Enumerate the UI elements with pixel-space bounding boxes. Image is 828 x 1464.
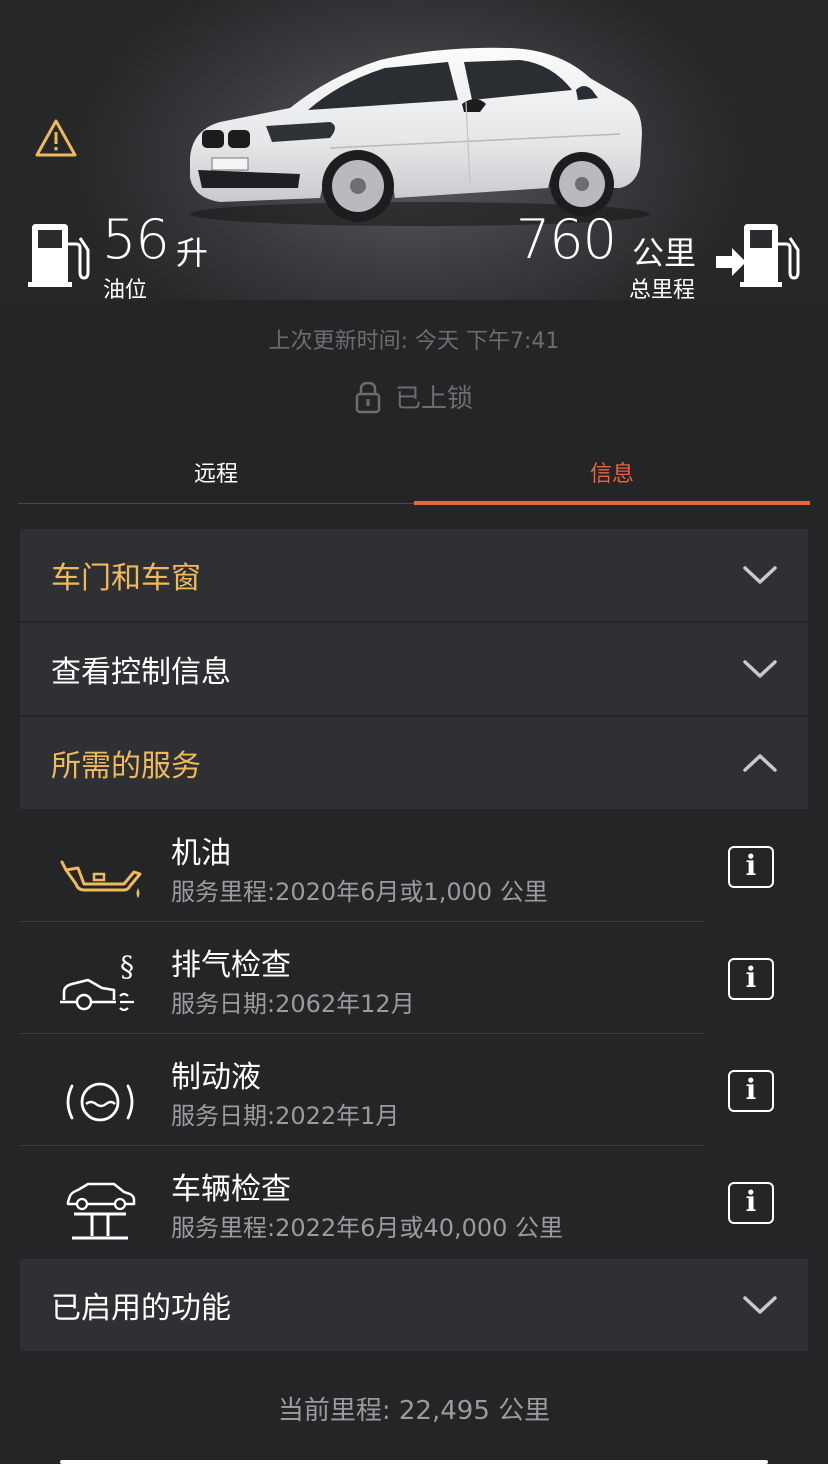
- section-required-services[interactable]: 所需的服务: [20, 717, 808, 809]
- chevron-down-icon: [743, 566, 777, 584]
- chevron-down-icon: [743, 660, 777, 678]
- lock-status: 已上锁: [0, 378, 828, 415]
- fuel-level-value: 56: [102, 208, 170, 271]
- info-button[interactable]: i: [728, 846, 774, 888]
- exhaust-check-icon: §: [60, 950, 134, 1012]
- service-item-detail: 服务里程:2020年6月或1,000 公里: [171, 878, 548, 906]
- range-label: 总里程: [629, 278, 696, 303]
- service-item-detail: 服务日期:2062年12月: [171, 990, 415, 1018]
- fuel-pump-icon: [28, 224, 90, 287]
- info-icon: i: [745, 961, 757, 994]
- service-item-oil[interactable]: 机油 服务里程:2020年6月或1,000 公里 i: [20, 810, 808, 922]
- section-doors-windows-title: 车门和车窗: [51, 561, 201, 596]
- info-icon: i: [745, 1185, 757, 1218]
- service-item-vehicle-check[interactable]: 车辆检查 服务里程:2022年6月或40,000 公里 i: [20, 1146, 808, 1258]
- service-item-detail: 服务里程:2022年6月或40,000 公里: [171, 1214, 564, 1242]
- range-value: 760: [515, 208, 617, 271]
- svg-text:§: §: [120, 950, 134, 983]
- warning-icon[interactable]: [34, 118, 78, 158]
- section-enabled-features-title: 已启用的功能: [51, 1291, 231, 1326]
- lock-icon: [355, 381, 381, 413]
- tab-bar: 远程 信息: [18, 440, 810, 505]
- section-doors-windows[interactable]: 车门和车窗: [20, 529, 808, 621]
- car-image: [190, 47, 650, 226]
- vehicle-hero: 56 升 油位 760 公里 总里程: [0, 0, 828, 303]
- home-indicator[interactable]: [60, 1460, 768, 1464]
- service-item-title: 制动液: [171, 1060, 261, 1095]
- section-enabled-features[interactable]: 已启用的功能: [20, 1259, 808, 1351]
- fuel-level-label: 油位: [103, 278, 148, 303]
- current-mileage: 当前里程: 22,495 公里: [277, 1396, 551, 1426]
- service-item-title: 机油: [171, 836, 231, 871]
- vehicle-lift-icon: [66, 1182, 136, 1240]
- section-required-services-title: 所需的服务: [51, 749, 201, 784]
- service-item-title: 车辆检查: [171, 1172, 291, 1207]
- oil-can-icon: [60, 860, 142, 898]
- tab-info[interactable]: 信息: [414, 440, 810, 505]
- vehicle-status-screen: 56 升 油位 760 公里 总里程 上次更新时间: 今天 下午7:41 已上锁…: [0, 0, 828, 1464]
- range-pump-icon: [716, 224, 800, 287]
- lock-status-label: 已上锁: [394, 384, 473, 414]
- info-icon: i: [745, 849, 757, 882]
- service-item-brake-fluid[interactable]: 制动液 服务日期:2022年1月 i: [20, 1034, 808, 1146]
- chevron-up-icon: [743, 754, 777, 772]
- range-unit: 公里: [632, 234, 697, 272]
- section-control-info-title: 查看控制信息: [51, 655, 231, 690]
- service-item-title: 排气检查: [171, 948, 291, 983]
- service-item-detail: 服务日期:2022年1月: [171, 1102, 400, 1130]
- section-control-info[interactable]: 查看控制信息: [20, 623, 808, 715]
- brake-fluid-icon: [66, 1082, 134, 1122]
- info-icon: i: [745, 1073, 757, 1106]
- info-button[interactable]: i: [728, 1182, 774, 1224]
- fuel-level-unit: 升: [176, 234, 209, 272]
- tab-remote[interactable]: 远程: [18, 440, 414, 503]
- info-button[interactable]: i: [728, 958, 774, 1000]
- chevron-down-icon: [743, 1296, 777, 1314]
- last-updated-text: 上次更新时间: 今天 下午7:41: [268, 329, 560, 354]
- info-button[interactable]: i: [728, 1070, 774, 1112]
- service-item-exhaust[interactable]: § 排气检查 服务日期:2062年12月 i: [20, 922, 808, 1034]
